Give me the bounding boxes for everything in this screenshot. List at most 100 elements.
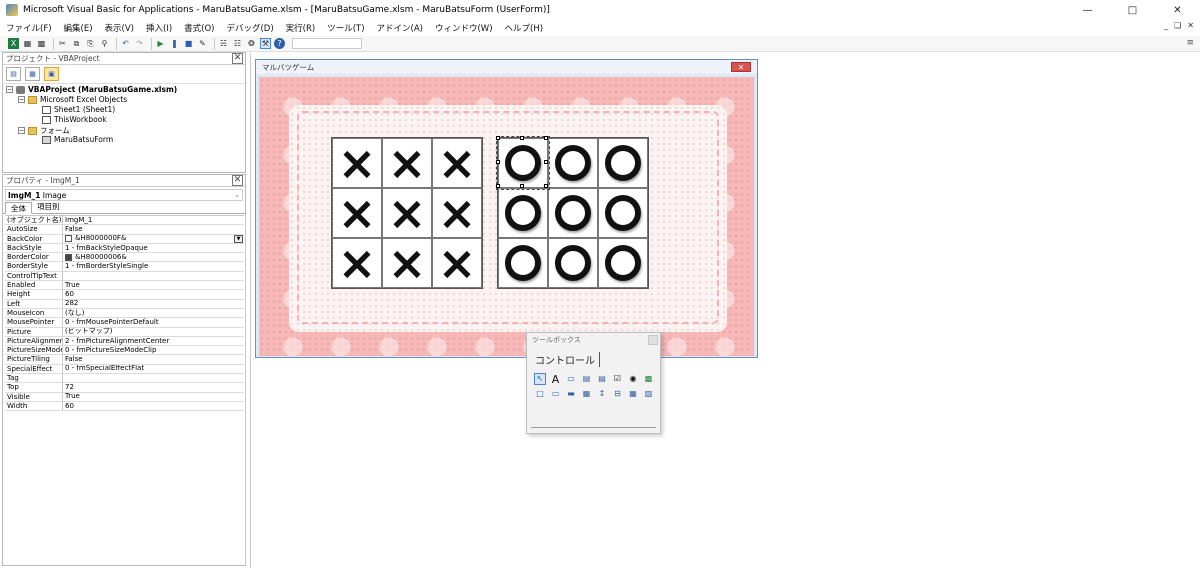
property-row[interactable]: MousePointer 0 - fmMousePointerDefault [5, 318, 244, 328]
mdi-minimize-icon[interactable]: _ [1164, 21, 1168, 30]
properties-icon[interactable]: ☷ [232, 38, 243, 49]
toolbox-icon[interactable]: ⚒ [260, 38, 271, 49]
property-row[interactable]: Width 60 [5, 401, 244, 412]
batsu-image-5[interactable]: × [382, 188, 432, 238]
property-row[interactable]: PictureAlignment 2 - fmPictureAlignmentCe… [5, 336, 244, 347]
property-value[interactable]: (なし) [63, 309, 244, 317]
menu-edit[interactable]: 編集(E) [58, 22, 99, 34]
property-value[interactable] [63, 272, 244, 280]
menu-format[interactable]: 書式(O) [178, 22, 220, 34]
chevron-down-icon[interactable]: ▼ [234, 234, 243, 243]
batsu-image-4[interactable]: × [332, 188, 382, 238]
maximize-icon[interactable]: □ [1110, 0, 1155, 20]
property-value[interactable]: True [63, 281, 244, 289]
menu-window[interactable]: ウィンドウ(W) [429, 22, 499, 34]
menu-insert[interactable]: 挿入(I) [140, 22, 178, 34]
property-row[interactable]: BackColor &H8000000F& ▼ [5, 234, 244, 244]
break-icon[interactable]: ❚ [169, 38, 180, 49]
tab-categorized[interactable]: 項目別 [32, 201, 65, 213]
optionbutton-icon[interactable]: ◉ [627, 373, 639, 385]
batsu-image-6[interactable]: × [432, 188, 482, 238]
menu-debug[interactable]: デバッグ(D) [220, 22, 279, 34]
batsu-image-1[interactable]: × [332, 138, 382, 188]
tree-item-sheet1[interactable]: Sheet1 (Sheet1) [42, 105, 115, 114]
maru-image-9[interactable] [598, 238, 648, 288]
menu-tools[interactable]: ツール(T) [321, 22, 370, 34]
resize-handle[interactable] [496, 160, 500, 164]
close-icon[interactable]: ✕ [232, 175, 243, 186]
property-row[interactable]: Top 72 [5, 383, 244, 393]
resize-handle[interactable] [544, 160, 548, 164]
property-row[interactable]: Visible True [5, 392, 244, 402]
property-row[interactable]: MouseIcon (なし) [5, 308, 244, 319]
tab-alphabetic[interactable]: 全体 [5, 202, 32, 214]
maru-image-4[interactable] [498, 188, 548, 238]
menu-file[interactable]: ファイル(F) [0, 22, 58, 34]
property-value[interactable]: &H80000006& [63, 253, 244, 261]
redo-icon[interactable]: ↷ [134, 38, 145, 49]
batsu-image-3[interactable]: × [432, 138, 482, 188]
save-icon[interactable]: ▩ [36, 38, 47, 49]
property-value[interactable]: 0 - fmSpecialEffectFlat [63, 365, 244, 373]
maru-image-3[interactable] [598, 138, 648, 188]
resize-handle[interactable] [520, 136, 524, 140]
cut-icon[interactable]: ✂ [57, 38, 68, 49]
property-value[interactable]: 60 [63, 402, 244, 410]
userform-designer[interactable]: マルバツゲーム ✕ × × × × × × × × × [255, 59, 758, 358]
resize-handle[interactable] [520, 184, 524, 188]
view-code-icon[interactable]: ▤ [6, 67, 21, 81]
insert-userform-icon[interactable]: ▦ [22, 38, 33, 49]
image-icon[interactable]: ▦ [627, 388, 639, 400]
batsu-image-2[interactable]: × [382, 138, 432, 188]
menu-view[interactable]: 表示(V) [99, 22, 140, 34]
property-row[interactable]: SpecialEffect 0 - fmSpecialEffectFlat [5, 364, 244, 375]
close-icon[interactable]: ✕ [232, 53, 243, 64]
resize-handle[interactable] [496, 184, 500, 188]
property-value[interactable]: 0 - fmMousePointerDefault [63, 318, 244, 326]
help-icon[interactable]: ? [274, 38, 285, 49]
tree-item-vbaproject[interactable]: − VBAProject (MaruBatsuGame.xlsm) [6, 85, 177, 94]
textbox-icon[interactable]: ▭ [565, 373, 577, 385]
resize-handle[interactable] [544, 136, 548, 140]
find-icon[interactable]: ⚲ [99, 38, 110, 49]
project-explorer-icon[interactable]: ☵ [218, 38, 229, 49]
collapse-icon[interactable]: − [18, 96, 25, 103]
copy-icon[interactable]: ⧉ [71, 38, 82, 49]
maru-image-2[interactable] [548, 138, 598, 188]
checkbox-icon[interactable]: ☑ [612, 373, 624, 385]
property-value[interactable]: True [63, 393, 244, 401]
tree-item-marubatsuform[interactable]: MaruBatsuForm [42, 135, 113, 144]
property-value[interactable]: (ビットマップ) [63, 328, 244, 336]
scrollbar-icon[interactable]: ↕ [596, 388, 608, 400]
property-row[interactable]: Tag [5, 374, 244, 384]
multipage-icon[interactable]: ▦ [581, 388, 593, 400]
property-value[interactable]: &H8000000F& ▼ [63, 235, 244, 243]
togglebutton-icon[interactable]: ▩ [643, 373, 655, 385]
property-value[interactable]: 1 - fmBackStyleOpaque [63, 244, 244, 252]
property-value[interactable]: 60 [63, 290, 244, 298]
label-icon[interactable]: A [550, 373, 562, 385]
close-icon[interactable] [648, 334, 658, 345]
batsu-image-9[interactable]: × [432, 238, 482, 288]
property-value[interactable]: ImgM_1 [63, 216, 244, 224]
property-value[interactable]: False [63, 225, 244, 233]
property-value[interactable] [63, 374, 244, 382]
tabstrip-icon[interactable]: ▬ [565, 388, 577, 400]
chevron-down-icon[interactable]: ⌄ [234, 191, 242, 199]
refedit-icon[interactable]: ▨ [643, 388, 655, 400]
property-row[interactable]: (オブジェクト名) ImgM_1 [5, 216, 244, 226]
property-value[interactable]: False [63, 355, 244, 363]
property-row[interactable]: Enabled True [5, 281, 244, 291]
commandbutton-icon[interactable]: ▭ [550, 388, 562, 400]
property-value[interactable]: 72 [63, 383, 244, 391]
maru-image-6[interactable] [598, 188, 648, 238]
menu-addins[interactable]: アドイン(A) [371, 22, 429, 34]
close-icon[interactable]: ✕ [731, 62, 751, 72]
property-value[interactable]: 1 - fmBorderStyleSingle [63, 262, 244, 270]
maru-image-7[interactable] [498, 238, 548, 288]
tree-item-excel-objects[interactable]: − Microsoft Excel Objects [18, 95, 127, 104]
maru-image-1[interactable] [496, 136, 550, 190]
property-row[interactable]: BackStyle 1 - fmBackStyleOpaque [5, 243, 244, 254]
batsu-image-7[interactable]: × [332, 238, 382, 288]
toggle-folders-icon[interactable]: ▣ [44, 67, 59, 81]
